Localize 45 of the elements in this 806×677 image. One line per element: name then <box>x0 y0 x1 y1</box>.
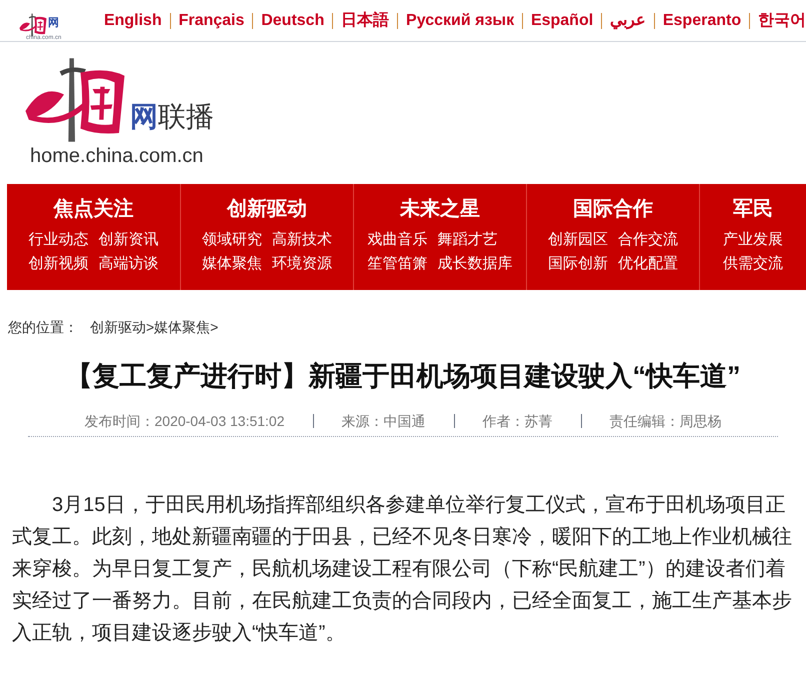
nav-link[interactable]: 舞蹈才艺 <box>438 230 512 250</box>
logo-domain: home.china.com.cn <box>29 146 204 166</box>
nav-link[interactable]: 创新资讯 <box>98 230 158 250</box>
language-link[interactable]: Français <box>178 8 244 32</box>
article-meta: 作者：苏菁 <box>482 412 552 430</box>
nav-link[interactable]: 媒体聚焦 <box>202 254 262 274</box>
nav-link[interactable]: 笙管笛箫 <box>368 254 428 274</box>
nav-heading[interactable]: 国际合作 <box>573 196 653 222</box>
nav-heading[interactable]: 军民 <box>733 196 773 222</box>
nav-link[interactable]: 供需交流 <box>723 254 783 274</box>
language-link[interactable]: Español <box>530 8 594 32</box>
nav-link[interactable]: 高端访谈 <box>98 254 158 274</box>
calligraphy-logo-icon <box>18 12 48 36</box>
article-meta: 责任编辑：周思杨 <box>610 412 722 430</box>
nav-link[interactable]: 产业发展 <box>723 230 783 250</box>
language-link[interactable]: Esperanto <box>662 8 742 32</box>
language-link[interactable]: Deutsch <box>261 8 324 32</box>
logo-name: 联播 <box>158 100 214 134</box>
nav-heading[interactable]: 焦点关注 <box>54 196 134 222</box>
language-link[interactable]: Русский язык <box>406 8 514 32</box>
breadcrumb-label: 您的位置： <box>8 318 78 337</box>
nav-link[interactable]: 戏曲音乐 <box>368 230 428 250</box>
language-link[interactable]: عربي <box>610 8 646 32</box>
nav-link[interactable]: 创新园区 <box>548 230 608 250</box>
logo-mark: 网 <box>130 100 158 134</box>
nav-link[interactable]: 国际创新 <box>548 254 608 274</box>
nav-link[interactable]: 合作交流 <box>618 230 678 250</box>
article-meta: 来源：中国通 <box>342 412 426 430</box>
article-title: 【复工复产进行时】新疆于田机场项目建设驶入“快车道” <box>64 360 742 393</box>
breadcrumb-path[interactable]: 创新驱动>媒体聚焦> <box>90 317 218 338</box>
nav-link[interactable]: 领域研究 <box>202 230 262 250</box>
nav-link[interactable]: 成长数据库 <box>438 254 512 274</box>
nav-heading[interactable]: 未来之星 <box>400 196 480 222</box>
article-meta: 发布时间：2020-04-03 13:51:02 <box>84 412 284 430</box>
nav-heading[interactable]: 创新驱动 <box>227 196 307 222</box>
nav-link[interactable]: 高新技术 <box>272 230 332 250</box>
nav-link[interactable]: 创新视频 <box>28 254 88 274</box>
language-link[interactable]: 日本語 <box>341 8 390 32</box>
language-link[interactable]: 한국어 <box>758 8 806 32</box>
nav-link[interactable]: 优化配置 <box>618 254 678 274</box>
nav-link[interactable]: 环境资源 <box>272 254 332 274</box>
nav-link[interactable]: 行业动态 <box>28 230 88 250</box>
article-paragraph: 3月15日，于田民用机场指挥部组织各参建单位举行复工仪式，宣布于田机场项目正式复工。此刻，地处新疆南疆的于田县，已经不见冬日寒冷，暖阳下的工地上作业机械往来穿梭。为早日复工复产，民航机场建设工程有限公司（下称“民航建工”）的建设者们着实经过了一番努力。目前，在民航建工负责的合同段内，已经全面复工，施工生产基本步入正轨，项目建设逐步驶入“快车道”。 <box>12 492 793 646</box>
logo-mark: 网 <box>48 18 59 28</box>
language-link[interactable]: English <box>104 8 162 32</box>
